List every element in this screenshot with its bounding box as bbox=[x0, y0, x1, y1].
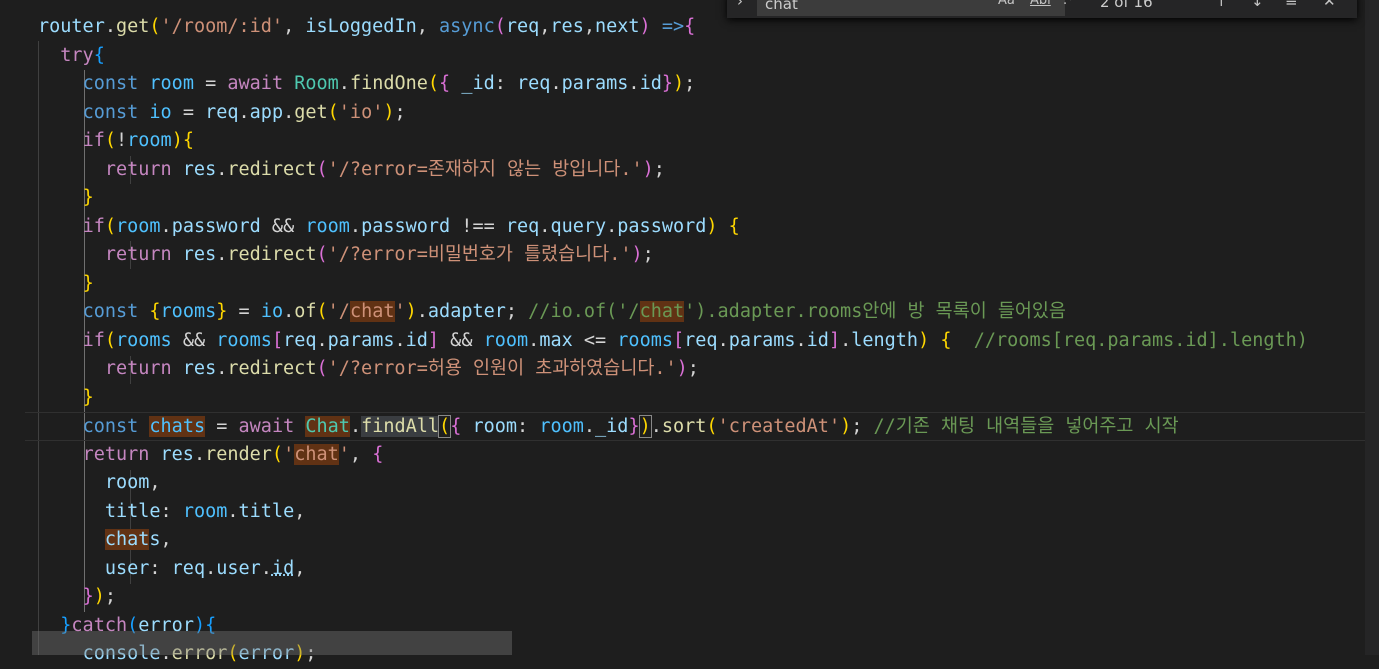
code-line[interactable]: return res.redirect('/?error=존재하지 않는 방입니… bbox=[38, 156, 665, 185]
find-in-selection-icon[interactable]: ≡ bbox=[1285, 0, 1298, 10]
code-line[interactable]: } bbox=[38, 270, 94, 299]
match-count: 2 of 16 bbox=[1100, 0, 1153, 11]
code-line[interactable]: user: req.user.id, bbox=[38, 555, 306, 584]
code-line[interactable]: router.get('/room/:id', isLoggedIn, asyn… bbox=[38, 13, 695, 42]
code-line[interactable]: return res.redirect('/?error=허용 인원이 초과하였… bbox=[38, 355, 699, 384]
code-line[interactable]: if(!room){ bbox=[38, 127, 194, 156]
code-line[interactable]: } bbox=[38, 184, 94, 213]
vertical-scrollbar[interactable] bbox=[1365, 0, 1379, 655]
match-whole-word-toggle[interactable]: Abl bbox=[1030, 0, 1051, 8]
close-icon[interactable]: ✕ bbox=[1323, 0, 1336, 10]
code-editor[interactable]: router.get('/room/:id', isLoggedIn, asyn… bbox=[0, 0, 1379, 664]
find-input[interactable] bbox=[757, 0, 1065, 16]
code-line[interactable]: if(rooms && rooms[req.params.id] && room… bbox=[38, 327, 1308, 356]
code-line[interactable]: return res.redirect('/?error=비밀번호가 틀렸습니다… bbox=[38, 241, 654, 270]
previous-match-arrow-up-icon[interactable]: ↑ bbox=[1215, 0, 1228, 10]
code-line[interactable]: title: room.title, bbox=[38, 498, 306, 527]
code-line[interactable]: const room = await Room.findOne({ _id: r… bbox=[38, 70, 696, 99]
code-line[interactable]: if(room.password && room.password !== re… bbox=[38, 213, 740, 242]
code-line[interactable]: const {rooms} = io.of('/chat').adapter; … bbox=[38, 298, 1066, 327]
code-line-current[interactable]: const chats = await Chat.findAll({ room:… bbox=[25, 412, 1379, 441]
code-line[interactable]: try{ bbox=[38, 42, 105, 71]
toggle-replace-chevron-icon[interactable]: › bbox=[737, 0, 743, 10]
code-line[interactable]: chats, bbox=[38, 526, 172, 555]
code-line[interactable]: }); bbox=[38, 583, 116, 612]
next-match-arrow-down-icon[interactable]: ↓ bbox=[1251, 0, 1264, 10]
code-line[interactable]: room, bbox=[38, 469, 161, 498]
horizontal-scrollbar[interactable] bbox=[32, 631, 512, 655]
code-line[interactable]: } bbox=[38, 384, 94, 413]
match-case-toggle[interactable]: Aa bbox=[998, 0, 1015, 8]
find-widget: › Aa Abl .* 2 of 16 ↑ ↓ ≡ ✕ bbox=[727, 0, 1357, 18]
code-line[interactable]: const io = req.app.get('io'); bbox=[38, 99, 406, 128]
use-regex-toggle[interactable]: .* bbox=[1063, 0, 1074, 8]
code-line[interactable]: return res.render('chat', { bbox=[38, 441, 383, 470]
